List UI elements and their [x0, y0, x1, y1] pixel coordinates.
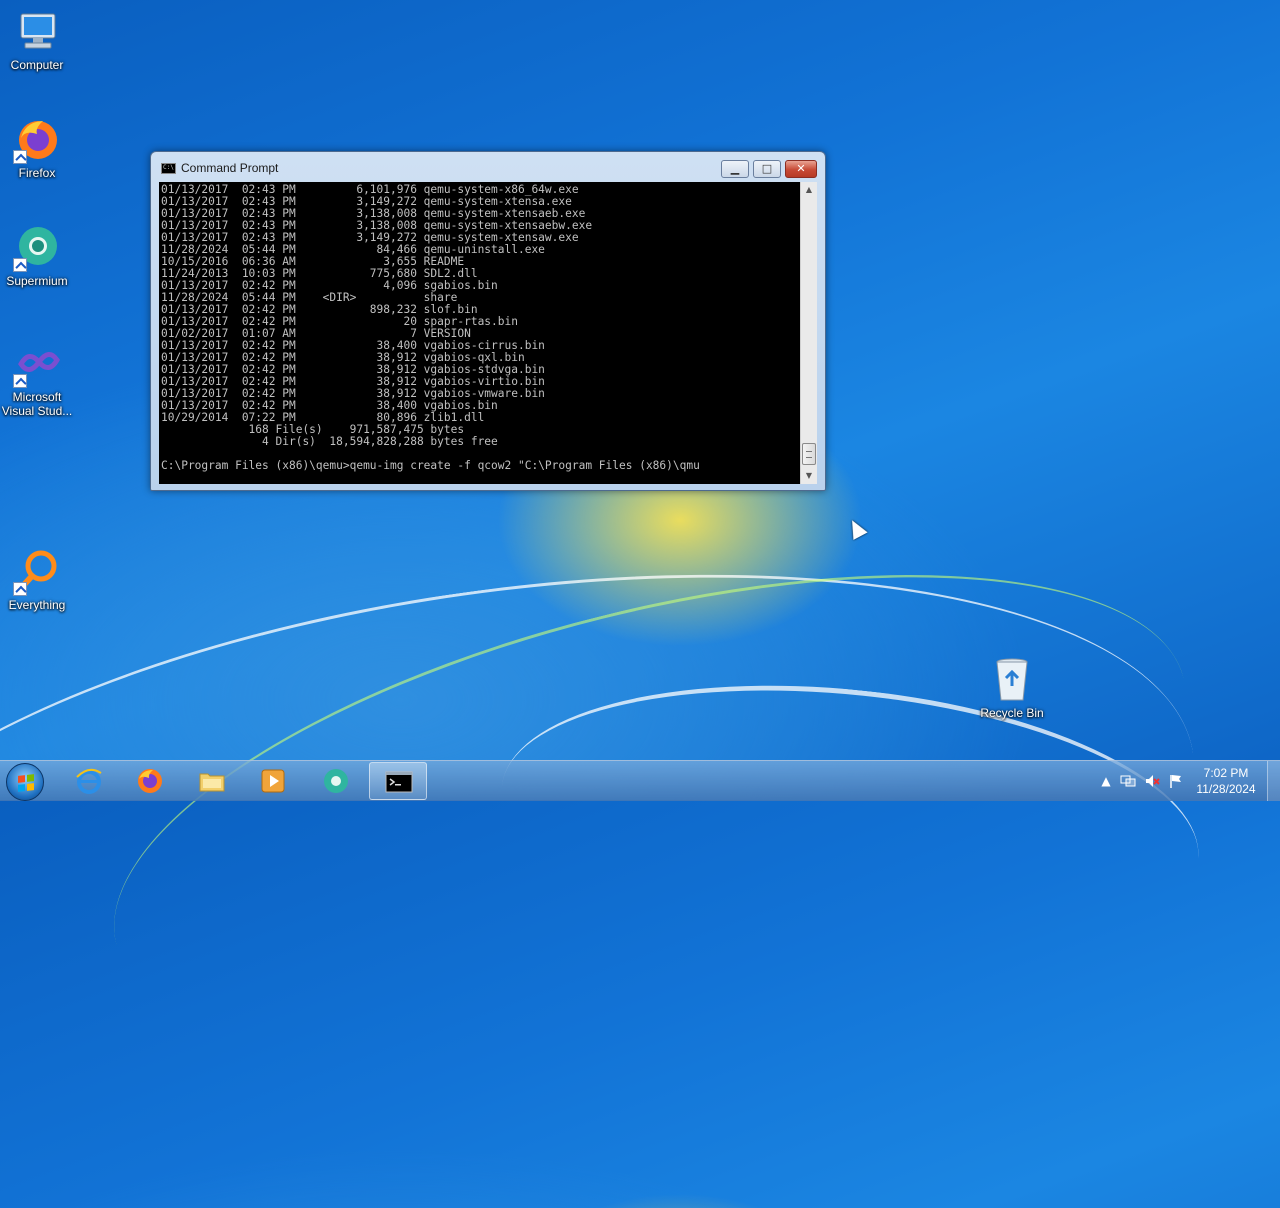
scroll-down-icon[interactable]: ▼	[801, 468, 817, 484]
show-desktop-button[interactable]	[1267, 761, 1280, 801]
minimize-button[interactable]: ▁	[721, 160, 749, 178]
close-button[interactable]: ✕	[785, 160, 817, 178]
mouse-cursor-icon	[845, 516, 868, 540]
taskbar-command-prompt[interactable]	[369, 762, 427, 800]
console-area[interactable]: 01/13/2017 02:43 PM 6,101,976 qemu-syste…	[159, 182, 817, 484]
desktop-icon-recycle-bin[interactable]: Recycle Bin	[973, 656, 1051, 720]
scroll-up-icon[interactable]: ▲	[801, 182, 817, 198]
network-icon[interactable]	[1120, 773, 1136, 789]
shortcut-arrow-icon	[13, 582, 27, 596]
shortcut-arrow-icon	[13, 374, 27, 388]
supermium-icon	[13, 224, 61, 272]
volume-muted-icon[interactable]	[1144, 773, 1160, 789]
window-title: Command Prompt	[181, 161, 279, 175]
firefox-icon	[13, 116, 61, 164]
everything-search-icon	[13, 548, 61, 596]
taskbar-internet-explorer[interactable]	[60, 762, 118, 800]
taskbar: ▲ 7:02 PM 11/28/2024	[0, 760, 1280, 801]
media-player-icon	[261, 769, 285, 793]
desktop-icon-computer[interactable]: Computer	[0, 8, 76, 72]
command-prompt-icon	[385, 771, 413, 793]
scroll-thumb[interactable]	[802, 443, 816, 465]
computer-icon	[13, 8, 61, 56]
visual-studio-icon	[13, 340, 61, 388]
window-titlebar[interactable]: C:\ Command Prompt ▁ □ ✕	[151, 152, 825, 182]
internet-explorer-icon	[76, 768, 102, 794]
shortcut-arrow-icon	[13, 258, 27, 272]
vertical-scrollbar[interactable]: ▲ ▼	[800, 182, 817, 484]
console-line: C:\Program Files (x86)\qemu>qemu-img cre…	[161, 459, 700, 472]
desktop-icon-supermium[interactable]: Supermium	[0, 224, 76, 288]
desktop-icon-visual-studio[interactable]: Microsoft Visual Stud...	[0, 340, 76, 418]
taskbar-supermium[interactable]	[307, 762, 365, 800]
taskbar-file-explorer[interactable]	[183, 762, 241, 800]
firefox-icon	[138, 769, 162, 793]
taskbar-media-player[interactable]	[244, 762, 302, 800]
maximize-button[interactable]: □	[753, 160, 781, 178]
clock-date: 11/28/2024	[1196, 782, 1256, 796]
desktop-icon-firefox[interactable]: Firefox	[0, 116, 76, 180]
shortcut-arrow-icon	[13, 150, 27, 164]
command-prompt-icon: C:\	[161, 163, 176, 174]
command-prompt-window[interactable]: C:\ Command Prompt ▁ □ ✕ 01/13/2017 02:4…	[150, 151, 826, 491]
start-button[interactable]	[6, 763, 44, 801]
supermium-icon	[324, 769, 348, 793]
console-output[interactable]: 01/13/2017 02:43 PM 6,101,976 qemu-syste…	[161, 184, 799, 484]
console-line: 4 Dir(s) 18,594,828,288 bytes free	[161, 435, 498, 448]
action-center-flag-icon[interactable]	[1168, 773, 1184, 789]
clock-time: 7:02 PM	[1203, 766, 1249, 780]
taskbar-clock[interactable]: 7:02 PM 11/28/2024	[1190, 765, 1262, 797]
system-tray: ▲ 7:02 PM 11/28/2024	[1090, 761, 1280, 801]
recycle-bin-icon	[988, 656, 1036, 704]
desktop-icon-everything[interactable]: Everything	[0, 548, 76, 612]
taskbar-firefox[interactable]	[121, 762, 179, 800]
windows-logo-icon	[18, 774, 34, 792]
folder-icon	[199, 773, 225, 792]
show-hidden-icons-icon[interactable]: ▲	[1098, 773, 1114, 789]
